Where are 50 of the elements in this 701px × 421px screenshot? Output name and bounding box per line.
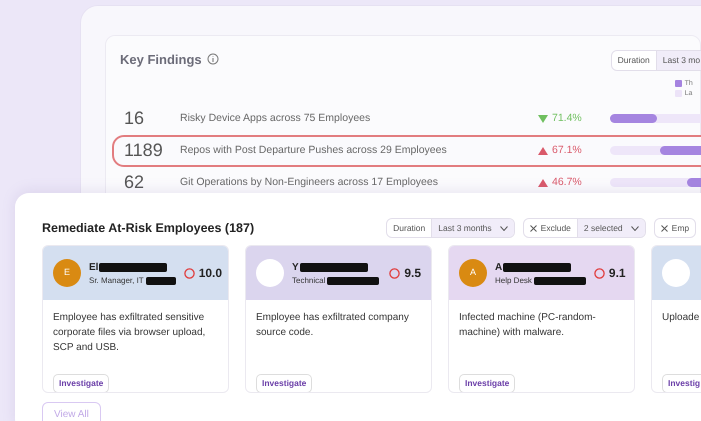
finding-count: 62: [124, 171, 146, 194]
finding-count: 16: [124, 107, 146, 130]
risk-score: 10.0: [198, 265, 222, 282]
employee-name: El: [89, 260, 98, 274]
circle-icon: [184, 268, 195, 278]
avatar: [662, 259, 690, 287]
redaction-bar: [99, 262, 168, 272]
card-description: Employee has exfiltrated sensitive corporate files via browser upload, SCP and USB.: [52, 311, 206, 355]
redaction-bar: [327, 276, 380, 284]
finding-text: Repos with Post Departure Pushes across 29 Employees: [180, 142, 448, 158]
card-description: Infected machine (PC-random-machine) with malware.: [458, 311, 597, 340]
card-description: Uploade: [661, 311, 700, 325]
chevron-down-icon: [500, 226, 508, 230]
risk-score: 9.5: [404, 265, 421, 282]
avatar: A: [459, 259, 487, 287]
redaction-bar: [146, 276, 176, 284]
investigate-button[interactable]: Investigate: [53, 374, 110, 392]
close-icon: [660, 224, 668, 232]
section-title: Key Findings: [120, 51, 202, 69]
close-icon: [530, 224, 537, 232]
employee-name: A: [495, 260, 502, 274]
redaction-bar: [534, 276, 586, 284]
duration-filter[interactable]: Duration Last 3 months: [386, 218, 515, 238]
exclude-filter[interactable]: Exclude 2 selected: [522, 218, 646, 238]
risk-score: 9.1: [608, 265, 626, 282]
finding-count: 1189: [124, 139, 164, 162]
change-percent: 67.1%: [552, 142, 582, 158]
card-description: Employee has exfiltrated company source code.: [255, 311, 410, 340]
duration-filter[interactable]: Duration Last 3 mo: [610, 50, 701, 71]
employee-role: Technical: [292, 274, 326, 286]
info-icon: [206, 53, 219, 65]
change-percent: 46.7%: [552, 174, 582, 190]
circle-icon: [594, 268, 605, 278]
investigate-button[interactable]: Investigate: [459, 374, 516, 392]
finding-text: Git Operations by Non-Engineers across 17 Employees: [180, 174, 439, 190]
employee-role: Help Desk: [495, 274, 532, 286]
redaction-bar: [503, 262, 572, 272]
circle-icon: [389, 268, 400, 278]
change-percent: 71.4%: [552, 110, 582, 126]
avatar: [256, 259, 284, 287]
chevron-down-icon: [630, 226, 639, 230]
redaction-bar: [300, 262, 368, 272]
avatar: E: [53, 259, 81, 287]
section-title: Remediate At-Risk Employees (187): [42, 220, 254, 237]
investigate-button[interactable]: Investigate: [256, 374, 312, 392]
exclude-filter[interactable]: Emp: [654, 218, 696, 238]
finding-text: Risky Device Apps across 75 Employees: [180, 110, 372, 126]
employee-role: Sr. Manager, IT: [89, 274, 144, 286]
investigate-button[interactable]: Investig: [662, 374, 701, 392]
employee-name: Y: [292, 260, 299, 274]
